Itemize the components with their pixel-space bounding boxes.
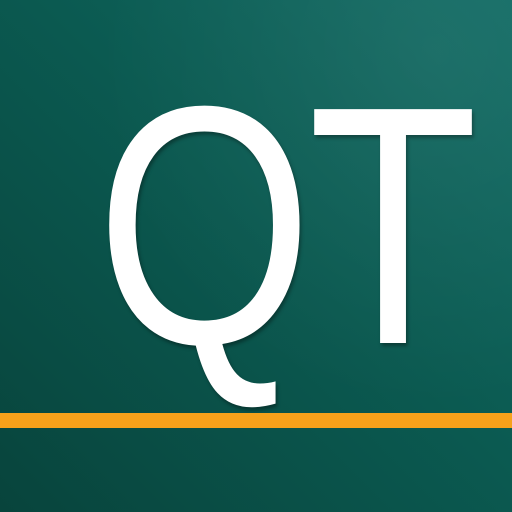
logo-text: QT (96, 36, 478, 416)
app-icon: QT (0, 0, 512, 512)
accent-line (0, 413, 512, 428)
